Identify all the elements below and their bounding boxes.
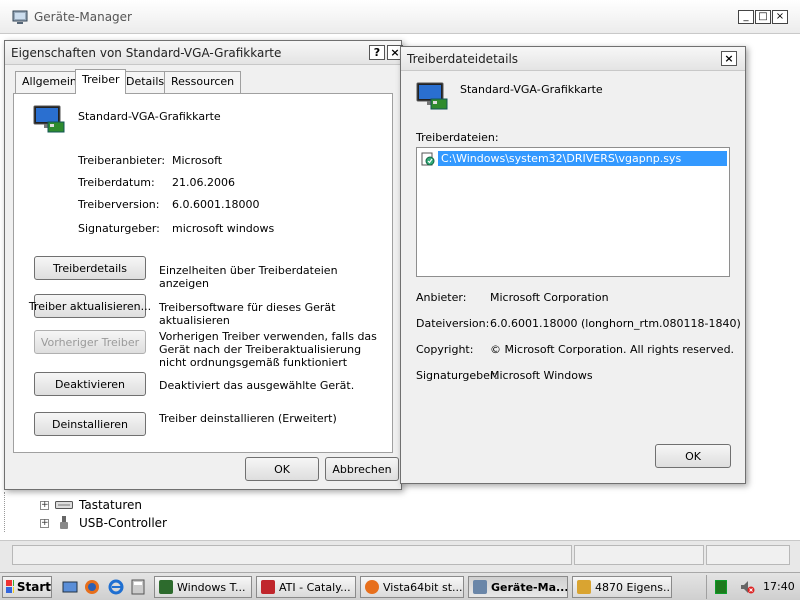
taskbar-item[interactable]: Geräte-Ma... <box>468 576 568 598</box>
details-title: Treiberdateidetails <box>407 52 519 66</box>
action-description: Einzelheiten über Treiberdateien anzeige… <box>159 264 338 290</box>
action-description: Treiber deinstallieren (Erweitert) <box>159 412 337 425</box>
driver-files-list[interactable]: C:\Windows\system32\DRIVERS\vgapnp.sys <box>416 147 730 277</box>
driver-file-icon <box>421 152 435 165</box>
tree-item-usb[interactable]: + USB-Controller <box>40 514 167 532</box>
status-pane <box>12 545 572 565</box>
firefox-icon <box>365 580 379 594</box>
details-titlebar[interactable]: Treiberdateidetails × <box>401 47 745 71</box>
ati-icon <box>261 580 275 594</box>
internet-explorer-icon[interactable] <box>108 579 124 595</box>
taskbar-item-label: 4870 Eigens... <box>595 580 672 594</box>
clock[interactable]: 17:40 <box>763 580 795 593</box>
ok-button[interactable]: OK <box>245 457 319 481</box>
tree-item-keyboards[interactable]: + Tastaturen <box>40 496 142 514</box>
info-label: Treiberversion: <box>78 198 160 211</box>
taskbar-item-label: Windows T... <box>177 580 246 594</box>
usb-icon <box>60 516 68 529</box>
show-desktop-icon[interactable] <box>62 579 78 595</box>
info-value: © Microsoft Corporation. All rights rese… <box>490 343 735 356</box>
status-pane <box>574 545 704 565</box>
driver-file-path: C:\Windows\system32\DRIVERS\vgapnp.sys <box>438 151 727 166</box>
device-manager-title: Geräte-Manager <box>34 10 132 24</box>
close-button[interactable]: × <box>721 51 737 66</box>
windows-logo-icon <box>6 580 14 593</box>
info-value: 6.0.6001.18000 <box>172 198 260 211</box>
tab-treiber[interactable]: Treiber <box>75 69 127 94</box>
display-adapter-icon <box>33 105 65 133</box>
start-label: Start <box>16 580 51 594</box>
info-label: Treiberanbieter: <box>78 154 166 167</box>
taskbar-item-label: Geräte-Ma... <box>491 580 568 594</box>
info-value: microsoft windows <box>172 222 275 235</box>
tab-allgemein[interactable]: Allgemein <box>15 71 84 93</box>
info-label: Copyright: <box>416 343 474 356</box>
device-manager-icon <box>473 580 487 594</box>
display-icon <box>577 580 591 594</box>
taskbar-item[interactable]: Windows T... <box>154 576 252 598</box>
tree-item-label: USB-Controller <box>79 516 167 530</box>
update-driver-button[interactable]: Treiber aktualisieren... <box>29 294 151 318</box>
taskbar-item[interactable]: ATI - Cataly... <box>256 576 356 598</box>
task-manager-tray-icon[interactable] <box>715 580 727 594</box>
info-value: 21.06.2006 <box>172 176 235 189</box>
help-button[interactable]: ? <box>369 45 385 60</box>
volume-muted-icon[interactable] <box>739 579 755 595</box>
firefox-icon[interactable] <box>84 579 100 595</box>
info-label: Signaturgeber: <box>416 369 498 382</box>
disable-button[interactable]: Deaktivieren <box>34 372 146 396</box>
calculator-icon[interactable] <box>130 579 146 595</box>
tree-item-label: Tastaturen <box>79 498 142 512</box>
info-label: Dateiversion: <box>416 317 490 330</box>
properties-titlebar[interactable]: Eigenschaften von Standard-VGA-Grafikkar… <box>5 41 403 65</box>
display-adapter-icon <box>416 82 448 110</box>
minimize-button[interactable]: _ <box>738 10 754 24</box>
keyboard-icon <box>55 501 73 509</box>
device-name: Standard-VGA-Grafikkarte <box>460 83 603 96</box>
info-label: Treiberdatum: <box>78 176 155 189</box>
info-value: 6.0.6001.18000 (longhorn_rtm.080118-1840… <box>490 317 741 330</box>
maximize-button[interactable]: □ <box>755 10 771 24</box>
action-description: Treibersoftware für dieses Gerät aktuali… <box>159 301 336 327</box>
expand-icon[interactable]: + <box>40 500 49 510</box>
taskbar-item[interactable]: 4870 Eigens... <box>572 576 672 598</box>
info-value: Microsoft Corporation <box>490 291 609 304</box>
list-item[interactable]: C:\Windows\system32\DRIVERS\vgapnp.sys <box>421 150 727 167</box>
tab-ressourcen[interactable]: Ressourcen <box>164 71 242 93</box>
driver-details-button[interactable]: Treiberdetails <box>34 256 146 280</box>
taskbar-item[interactable]: Vista64bit st... <box>360 576 464 598</box>
info-value: Microsoft Windows <box>490 369 593 382</box>
info-value: Microsoft <box>172 154 223 167</box>
taskbar-item-label: Vista64bit st... <box>383 580 463 594</box>
taskbar-item-label: ATI - Cataly... <box>279 580 351 594</box>
device-manager-titlebar[interactable]: Geräte-Manager _ □ × <box>0 0 800 34</box>
properties-dialog: Eigenschaften von Standard-VGA-Grafikkar… <box>4 40 403 490</box>
info-label: Signaturgeber: <box>78 222 160 235</box>
rollback-driver-button[interactable]: Vorheriger Treiber <box>34 330 146 354</box>
status-bar <box>0 540 800 572</box>
action-description: Vorherigen Treiber verwenden, falls das … <box>159 330 377 369</box>
expand-icon[interactable]: + <box>40 518 49 528</box>
cancel-button[interactable]: Abbrechen <box>325 457 399 481</box>
uninstall-button[interactable]: Deinstallieren <box>34 412 146 436</box>
tree-line <box>4 492 10 532</box>
device-manager-icon <box>12 10 28 24</box>
taskbar: Start Windows T... ATI - Cataly... Vista… <box>0 572 800 600</box>
action-description: Deaktiviert das ausgewählte Gerät. <box>159 379 355 392</box>
task-manager-icon <box>159 580 173 594</box>
close-button[interactable]: × <box>772 10 788 24</box>
properties-title: Eigenschaften von Standard-VGA-Grafikkar… <box>11 46 282 60</box>
status-pane <box>706 545 790 565</box>
info-label: Anbieter: <box>416 291 467 304</box>
driver-tab-panel: Standard-VGA-Grafikkarte Treiberanbieter… <box>13 93 393 453</box>
ok-button[interactable]: OK <box>655 444 731 468</box>
driver-files-label: Treiberdateien: <box>416 131 499 144</box>
system-tray: 17:40 <box>706 575 798 599</box>
start-button[interactable]: Start <box>2 576 52 598</box>
device-name: Standard-VGA-Grafikkarte <box>78 110 221 123</box>
driver-file-details-dialog: Treiberdateidetails × Standard-VGA-Grafi… <box>400 46 746 484</box>
